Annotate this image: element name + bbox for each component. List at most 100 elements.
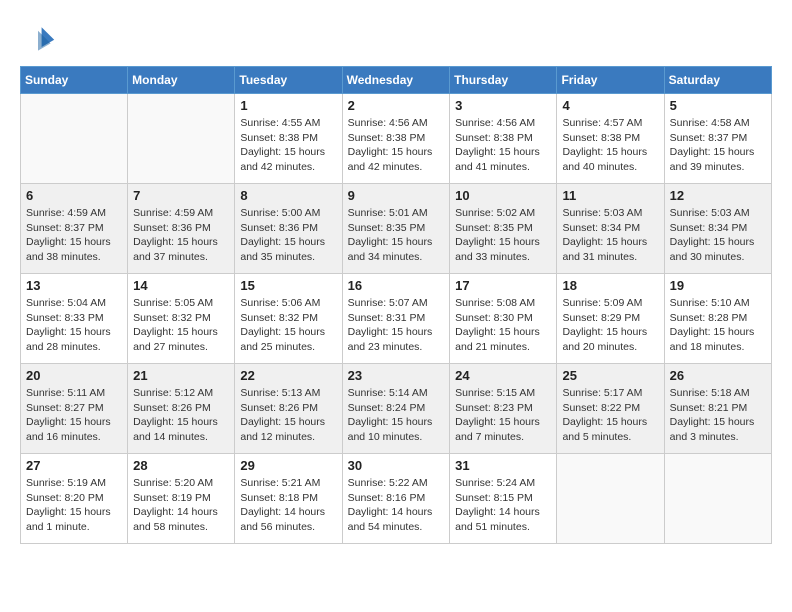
calendar-cell: 17 Sunrise: 5:08 AM Sunset: 8:30 PM Dayli… [450,274,557,364]
calendar-cell: 24 Sunrise: 5:15 AM Sunset: 8:23 PM Dayli… [450,364,557,454]
day-number: 14 [133,278,229,293]
generalblue-logo-icon [20,20,56,56]
day-number: 7 [133,188,229,203]
day-info: Sunrise: 5:05 AM Sunset: 8:32 PM Dayligh… [133,296,229,355]
calendar-cell: 16 Sunrise: 5:07 AM Sunset: 8:31 PM Dayli… [342,274,450,364]
day-number: 24 [455,368,551,383]
day-info: Sunrise: 5:21 AM Sunset: 8:18 PM Dayligh… [240,476,336,535]
day-number: 31 [455,458,551,473]
calendar-cell: 1 Sunrise: 4:55 AM Sunset: 8:38 PM Daylig… [235,94,342,184]
day-number: 16 [348,278,445,293]
calendar-week-row: 1 Sunrise: 4:55 AM Sunset: 8:38 PM Daylig… [21,94,772,184]
day-info: Sunrise: 5:08 AM Sunset: 8:30 PM Dayligh… [455,296,551,355]
day-info: Sunrise: 5:17 AM Sunset: 8:22 PM Dayligh… [562,386,658,445]
day-info: Sunrise: 5:20 AM Sunset: 8:19 PM Dayligh… [133,476,229,535]
calendar-header-wednesday: Wednesday [342,67,450,94]
day-number: 10 [455,188,551,203]
day-info: Sunrise: 5:03 AM Sunset: 8:34 PM Dayligh… [670,206,766,265]
day-number: 6 [26,188,122,203]
day-info: Sunrise: 5:03 AM Sunset: 8:34 PM Dayligh… [562,206,658,265]
calendar-header-sunday: Sunday [21,67,128,94]
calendar-header-tuesday: Tuesday [235,67,342,94]
calendar: SundayMondayTuesdayWednesdayThursdayFrid… [20,66,772,544]
day-info: Sunrise: 5:14 AM Sunset: 8:24 PM Dayligh… [348,386,445,445]
day-number: 18 [562,278,658,293]
day-info: Sunrise: 5:11 AM Sunset: 8:27 PM Dayligh… [26,386,122,445]
calendar-cell [557,454,664,544]
calendar-header-thursday: Thursday [450,67,557,94]
day-info: Sunrise: 5:24 AM Sunset: 8:15 PM Dayligh… [455,476,551,535]
calendar-cell: 8 Sunrise: 5:00 AM Sunset: 8:36 PM Daylig… [235,184,342,274]
calendar-cell: 11 Sunrise: 5:03 AM Sunset: 8:34 PM Dayli… [557,184,664,274]
day-info: Sunrise: 5:19 AM Sunset: 8:20 PM Dayligh… [26,476,122,535]
day-number: 22 [240,368,336,383]
calendar-cell: 9 Sunrise: 5:01 AM Sunset: 8:35 PM Daylig… [342,184,450,274]
day-number: 1 [240,98,336,113]
day-number: 15 [240,278,336,293]
day-number: 3 [455,98,551,113]
calendar-cell: 6 Sunrise: 4:59 AM Sunset: 8:37 PM Daylig… [21,184,128,274]
calendar-cell: 20 Sunrise: 5:11 AM Sunset: 8:27 PM Dayli… [21,364,128,454]
calendar-cell: 7 Sunrise: 4:59 AM Sunset: 8:36 PM Daylig… [128,184,235,274]
day-info: Sunrise: 5:04 AM Sunset: 8:33 PM Dayligh… [26,296,122,355]
day-info: Sunrise: 5:18 AM Sunset: 8:21 PM Dayligh… [670,386,766,445]
day-number: 9 [348,188,445,203]
day-info: Sunrise: 4:56 AM Sunset: 8:38 PM Dayligh… [348,116,445,175]
calendar-cell: 13Sunrise: 5:04 AM Sunset: 8:33 PM Dayli… [21,274,128,364]
day-info: Sunrise: 5:00 AM Sunset: 8:36 PM Dayligh… [240,206,336,265]
calendar-cell: 5Sunrise: 4:58 AM Sunset: 8:37 PM Daylig… [664,94,771,184]
calendar-cell: 25 Sunrise: 5:17 AM Sunset: 8:22 PM Dayli… [557,364,664,454]
day-info: Sunrise: 5:13 AM Sunset: 8:26 PM Dayligh… [240,386,336,445]
calendar-cell: 22 Sunrise: 5:13 AM Sunset: 8:26 PM Dayli… [235,364,342,454]
day-info: Sunrise: 5:01 AM Sunset: 8:35 PM Dayligh… [348,206,445,265]
day-number: 29 [240,458,336,473]
calendar-cell: 15 Sunrise: 5:06 AM Sunset: 8:32 PM Dayli… [235,274,342,364]
day-number: 26 [670,368,766,383]
day-number: 21 [133,368,229,383]
calendar-week-row: 20 Sunrise: 5:11 AM Sunset: 8:27 PM Dayli… [21,364,772,454]
calendar-header-monday: Monday [128,67,235,94]
day-info: Sunrise: 4:59 AM Sunset: 8:37 PM Dayligh… [26,206,122,265]
calendar-cell: 26 Sunrise: 5:18 AM Sunset: 8:21 PM Dayli… [664,364,771,454]
day-number: 4 [562,98,658,113]
day-info: Sunrise: 5:09 AM Sunset: 8:29 PM Dayligh… [562,296,658,355]
day-info: Sunrise: 5:22 AM Sunset: 8:16 PM Dayligh… [348,476,445,535]
day-number: 20 [26,368,122,383]
calendar-cell: 14 Sunrise: 5:05 AM Sunset: 8:32 PM Dayli… [128,274,235,364]
day-info: Sunrise: 4:59 AM Sunset: 8:36 PM Dayligh… [133,206,229,265]
day-number: 25 [562,368,658,383]
calendar-week-row: 13Sunrise: 5:04 AM Sunset: 8:33 PM Dayli… [21,274,772,364]
calendar-cell: 19 Sunrise: 5:10 AM Sunset: 8:28 PM Dayli… [664,274,771,364]
day-info: Sunrise: 5:07 AM Sunset: 8:31 PM Dayligh… [348,296,445,355]
day-info: Sunrise: 5:15 AM Sunset: 8:23 PM Dayligh… [455,386,551,445]
calendar-header-friday: Friday [557,67,664,94]
day-number: 28 [133,458,229,473]
day-number: 8 [240,188,336,203]
calendar-cell [128,94,235,184]
calendar-cell: 2 Sunrise: 4:56 AM Sunset: 8:38 PM Daylig… [342,94,450,184]
calendar-cell: 4 Sunrise: 4:57 AM Sunset: 8:38 PM Daylig… [557,94,664,184]
day-info: Sunrise: 5:02 AM Sunset: 8:35 PM Dayligh… [455,206,551,265]
calendar-cell: 28 Sunrise: 5:20 AM Sunset: 8:19 PM Dayli… [128,454,235,544]
day-number: 19 [670,278,766,293]
calendar-cell [664,454,771,544]
calendar-cell: 18 Sunrise: 5:09 AM Sunset: 8:29 PM Dayli… [557,274,664,364]
day-info: Sunrise: 4:57 AM Sunset: 8:38 PM Dayligh… [562,116,658,175]
calendar-cell: 30 Sunrise: 5:22 AM Sunset: 8:16 PM Dayli… [342,454,450,544]
calendar-cell: 23Sunrise: 5:14 AM Sunset: 8:24 PM Dayli… [342,364,450,454]
calendar-cell [21,94,128,184]
day-number: 30 [348,458,445,473]
day-info: Sunrise: 5:06 AM Sunset: 8:32 PM Dayligh… [240,296,336,355]
day-number: 2 [348,98,445,113]
calendar-cell: 29 Sunrise: 5:21 AM Sunset: 8:18 PM Dayli… [235,454,342,544]
calendar-header-row: SundayMondayTuesdayWednesdayThursdayFrid… [21,67,772,94]
day-info: Sunrise: 5:10 AM Sunset: 8:28 PM Dayligh… [670,296,766,355]
day-number: 11 [562,188,658,203]
calendar-cell: 3 Sunrise: 4:56 AM Sunset: 8:38 PM Daylig… [450,94,557,184]
day-number: 12 [670,188,766,203]
calendar-cell: 12 Sunrise: 5:03 AM Sunset: 8:34 PM Dayli… [664,184,771,274]
day-number: 17 [455,278,551,293]
day-info: Sunrise: 4:55 AM Sunset: 8:38 PM Dayligh… [240,116,336,175]
calendar-week-row: 6 Sunrise: 4:59 AM Sunset: 8:37 PM Daylig… [21,184,772,274]
day-info: Sunrise: 4:56 AM Sunset: 8:38 PM Dayligh… [455,116,551,175]
